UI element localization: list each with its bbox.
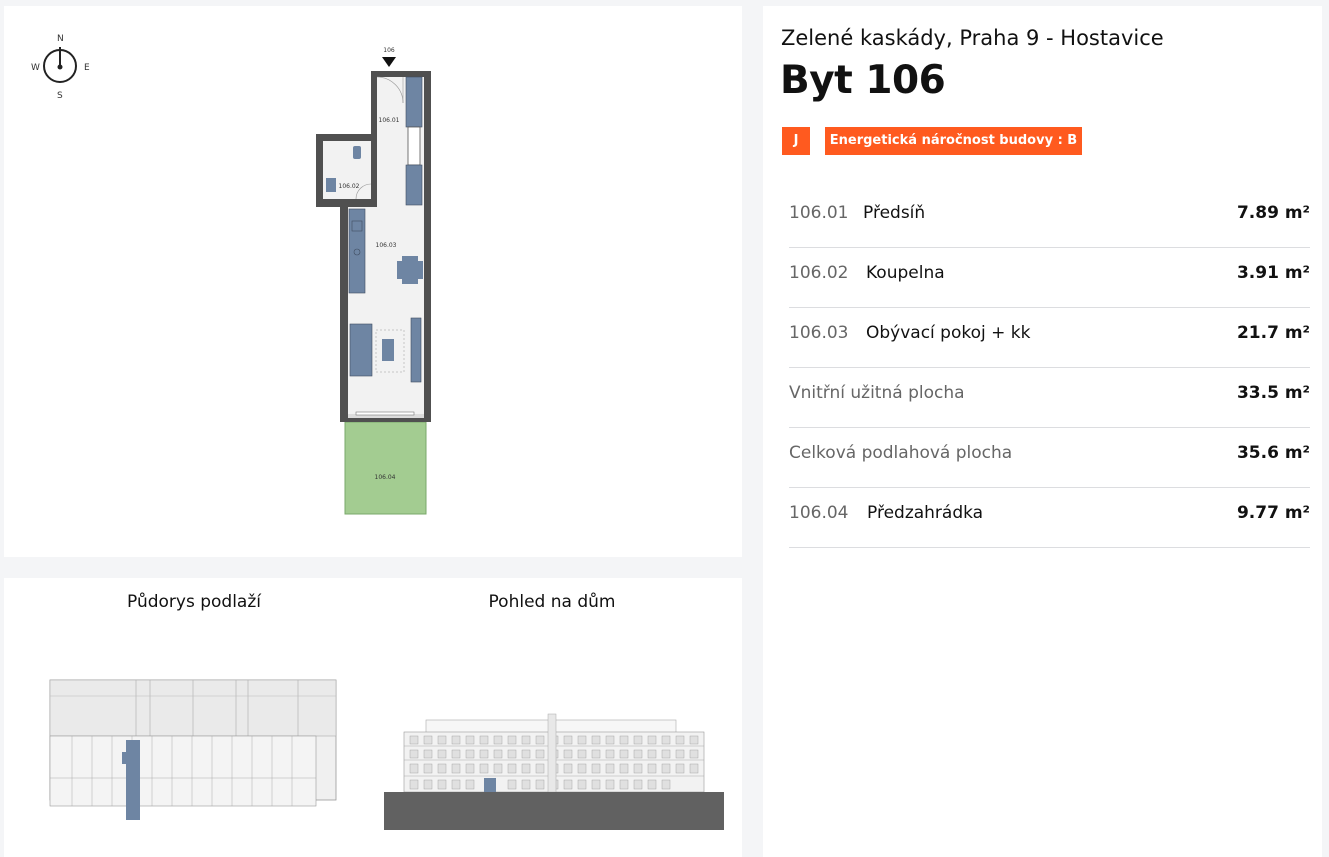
chair [397, 261, 402, 279]
area-table: 106.01 Předsíň 7.89 m² 106.02 Koupelna 3… [789, 188, 1310, 548]
energy-rating-badge: Energetická náročnost budovy : B [825, 127, 1082, 155]
room-name: Koupelna [866, 263, 945, 283]
house-view-title: Pohled na dům [488, 592, 616, 612]
wardrobe [405, 164, 423, 206]
apartment-title: Byt 106 [780, 58, 946, 103]
apartment-floorplan[interactable]: 106 106.04 106.01 106.02 106.03 [4, 6, 742, 557]
area-summary-row: Celková podlahová plocha 35.6 m² [789, 428, 1310, 488]
project-subtitle: Zelené kaskády, Praha 9 - Hostavice [781, 26, 1164, 50]
room-name: Předzahrádka [867, 503, 984, 523]
orientation-badge: J [782, 127, 810, 155]
tv-unit [410, 317, 422, 383]
chair [418, 261, 423, 279]
summary-value: 35.6 m² [1236, 443, 1310, 463]
washbasin [326, 178, 336, 192]
area-row: 106.01 Předsíň 7.89 m² [789, 188, 1310, 248]
room-label-106-04: 106.04 [375, 474, 396, 481]
room-code: 106.03 [789, 323, 849, 343]
sofa [349, 323, 373, 377]
room-name: Předsíň [863, 203, 926, 223]
room-area: 3.91 m² [1236, 263, 1310, 283]
ground-plane [384, 792, 724, 830]
kitchen-counter [348, 208, 366, 294]
room-name: Obývací pokoj + kk [866, 323, 1031, 343]
room-label-106-01: 106.01 [379, 117, 400, 124]
highlighted-unit [484, 778, 496, 792]
room-code: 106.02 [789, 263, 849, 283]
area-row: 106.03 Obývací pokoj + kk 21.7 m² [789, 308, 1310, 368]
wardrobe-insert [407, 126, 421, 166]
room-area: 9.77 m² [1236, 503, 1310, 523]
apartment-info-panel: Zelené kaskády, Praha 9 - Hostavice Byt … [763, 6, 1322, 857]
garden-area [344, 421, 427, 515]
floor-plan-title: Půdorys podlaží [127, 592, 261, 612]
toilet [353, 146, 361, 159]
room-label-106-02: 106.02 [339, 183, 360, 190]
area-row: 106.04 Předzahrádka 9.77 m² [789, 488, 1310, 548]
thumbnails-panel: Půdorys podlaží Pohled na dům [4, 578, 742, 857]
summary-value: 33.5 m² [1236, 383, 1310, 403]
room-label-106-03: 106.03 [376, 242, 397, 249]
dining-table [402, 256, 418, 284]
room-code: 106.01 [789, 203, 849, 223]
room-area: 21.7 m² [1236, 323, 1310, 343]
floor-plan-thumbnail[interactable] [48, 678, 340, 822]
area-row: 106.02 Koupelna 3.91 m² [789, 248, 1310, 308]
room-code: 106.04 [789, 503, 849, 523]
area-summary-row: Vnitřní užitná plocha 33.5 m² [789, 368, 1310, 428]
wardrobe [405, 76, 423, 128]
coffee-table [382, 339, 394, 361]
floorplan-panel: N S W E 106 106.04 106.01 106.02 106.03 [4, 6, 742, 557]
room-area: 7.89 m² [1236, 203, 1310, 223]
window [355, 411, 415, 416]
summary-label: Vnitřní užitná plocha [789, 383, 965, 403]
entrance-arrow-icon [382, 57, 396, 67]
house-view-thumbnail[interactable] [380, 706, 724, 832]
summary-label: Celková podlahová plocha [789, 443, 1013, 463]
entrance-label: 106 [383, 47, 395, 54]
